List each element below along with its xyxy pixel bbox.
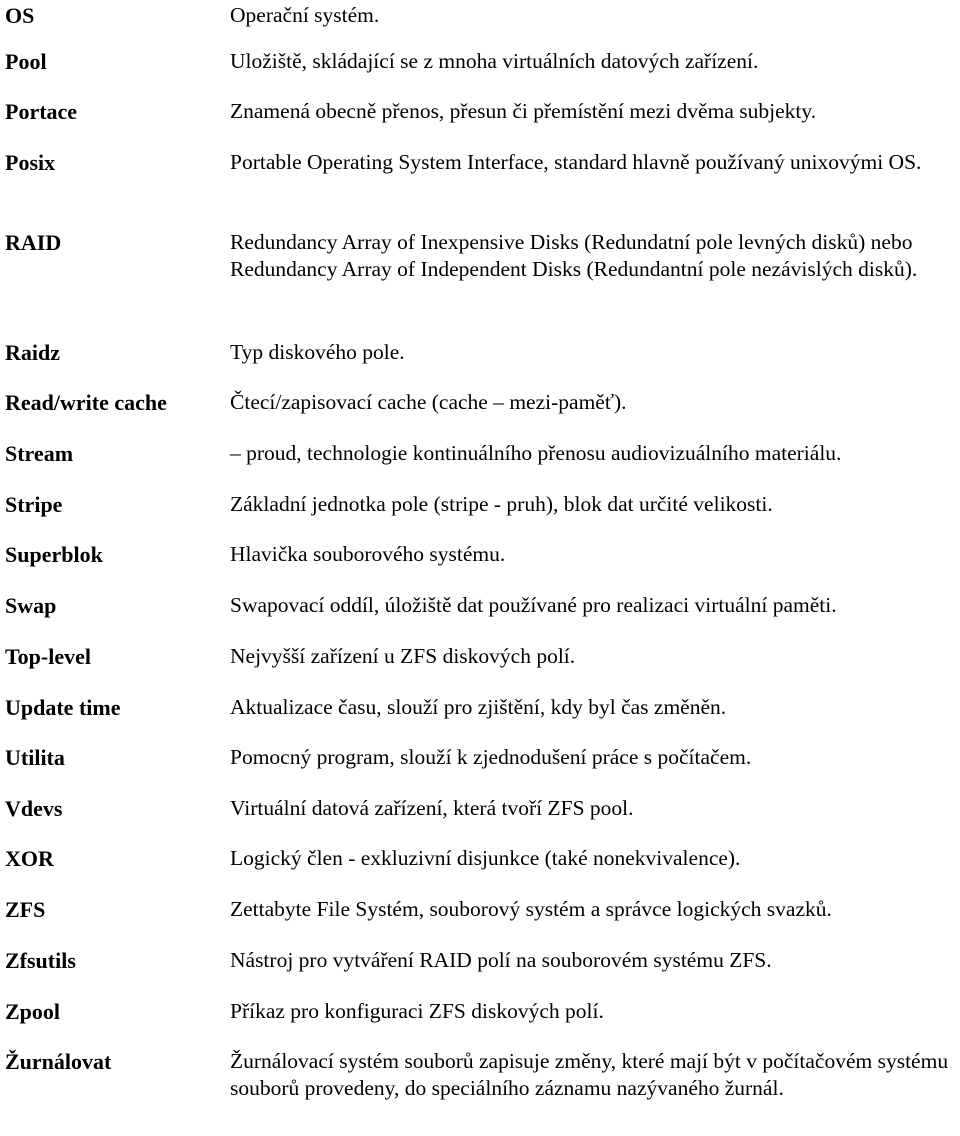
glossary-definition: Nástroj pro vytváření RAID polí na soubo… xyxy=(230,948,772,972)
glossary-term: Raidz xyxy=(5,340,60,365)
glossary-term: OS xyxy=(5,3,35,28)
glossary-definition: Čtecí/zapisovací cache (cache – mezi-pam… xyxy=(230,390,627,414)
glossary-definition: Logický člen - exkluzivní disjunkce (tak… xyxy=(230,846,741,870)
glossary-term: Žurnálovat xyxy=(5,1049,112,1074)
glossary-term: Portace xyxy=(5,99,78,124)
glossary-definition: Nejvyšší zařízení u ZFS diskových polí. xyxy=(230,644,576,668)
glossary-definition: Znamená obecně přenos, přesun či přemíst… xyxy=(230,99,817,123)
glossary-definition: Pomocný program, slouží k zjednodušení p… xyxy=(230,745,752,769)
glossary-term: Swap xyxy=(5,593,57,618)
glossary-definition: Redundancy Array of Inexpensive Disks (R… xyxy=(230,230,918,281)
glossary-definition: Příkaz pro konfiguraci ZFS diskových pol… xyxy=(230,999,604,1023)
glossary-definition: Zettabyte File Systém, souborový systém … xyxy=(230,897,832,921)
glossary-definition: Virtuální datová zařízení, která tvoří Z… xyxy=(230,796,634,820)
glossary-term: Stream xyxy=(5,441,74,466)
glossary-term: RAID xyxy=(5,230,62,255)
glossary-term: Posix xyxy=(5,150,56,175)
glossary-definition: Aktualizace času, slouží pro zjištění, k… xyxy=(230,695,727,719)
glossary-term: ZFS xyxy=(5,897,46,922)
glossary-term: XOR xyxy=(5,846,54,871)
glossary-definition: Operační systém. xyxy=(230,3,380,27)
glossary-definition: Žurnálovací systém souborů zapisuje změn… xyxy=(230,1049,949,1100)
glossary-term: Stripe xyxy=(5,492,63,517)
glossary-definition: Swapovací oddíl, úložiště dat používané … xyxy=(230,593,837,617)
glossary-definition: Portable Operating System Interface, sta… xyxy=(230,150,922,174)
glossary-term: Utilita xyxy=(5,745,65,770)
glossary-term: Top-level xyxy=(5,644,91,669)
glossary-term: Read/write cache xyxy=(5,390,167,415)
glossary-term: Pool xyxy=(5,49,47,74)
glossary-definition: Základní jednotka pole (stripe - pruh), … xyxy=(230,492,773,516)
glossary-term: Zpool xyxy=(5,999,61,1024)
glossary-definition: – proud, technologie kontinuálního přeno… xyxy=(230,441,842,465)
glossary-term: Vdevs xyxy=(5,796,63,821)
glossary-definition: Hlavička souborového systému. xyxy=(230,542,506,566)
glossary-term: Superblok xyxy=(5,542,103,567)
glossary-term: Zfsutils xyxy=(5,948,76,973)
glossary-definition: Uložiště, skládající se z mnoha virtuáln… xyxy=(230,49,759,73)
glossary-term: Update time xyxy=(5,695,121,720)
glossary-definition: Typ diskového pole. xyxy=(230,340,405,364)
